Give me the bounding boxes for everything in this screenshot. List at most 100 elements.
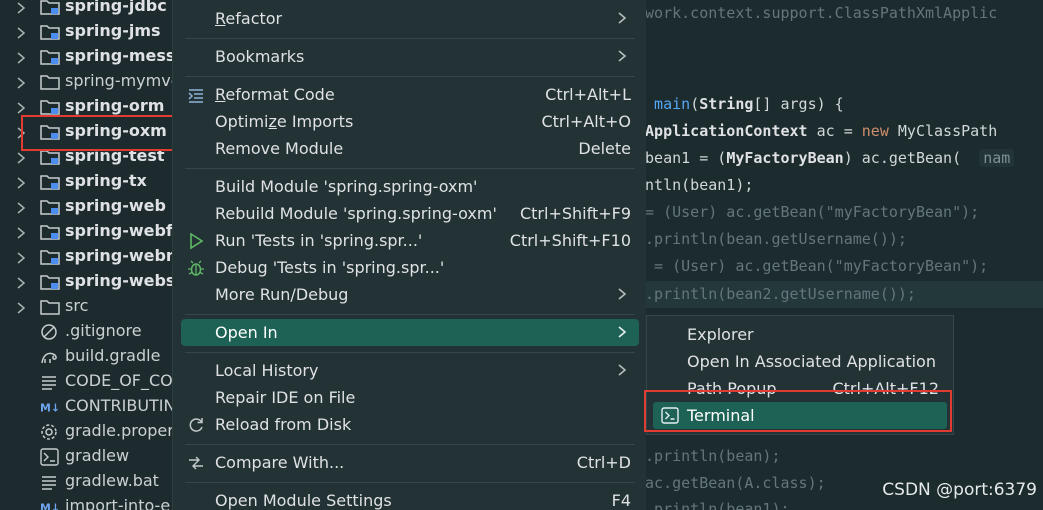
menu-item-refactor[interactable]: Refactor [181,5,639,32]
chevron-right-icon[interactable] [16,275,26,289]
menu-item-rebuild-module[interactable]: Rebuild Module 'spring.spring-oxm' Ctrl+… [181,200,639,227]
tree-item[interactable]: gradlew.bat [0,470,172,495]
annotation-highlight-box [644,390,952,432]
menu-separator [185,482,635,483]
menu-item-label: Open Module Settings [215,491,392,510]
tree-item[interactable]: spring-jms [0,20,172,45]
ignore-file-icon [40,323,60,341]
markdown-icon: M↓ [40,498,60,510]
tree-item-label: gradlew.bat [65,471,159,490]
compare-icon [189,456,203,470]
tree-item-label: spring-webm [65,246,172,265]
menu-shortcut: Ctrl+Shift+F9 [519,204,631,223]
menu-item-compare-with[interactable]: Compare With... Ctrl+D [181,449,639,476]
tree-item-label: spring-web [65,196,166,215]
svg-text:M↓: M↓ [40,502,60,510]
module-folder-icon [40,223,60,241]
tree-item-label: spring-webfl [65,221,172,240]
svg-text:M↓: M↓ [40,402,60,415]
tree-item[interactable]: src [0,295,172,320]
chevron-right-icon[interactable] [16,150,26,164]
tree-item[interactable]: spring-webs [0,270,172,295]
chevron-right-icon[interactable] [16,0,26,14]
tree-item[interactable]: spring-jdbc [0,0,172,20]
menu-item-bookmarks[interactable]: Bookmarks [181,43,639,70]
menu-item-build-module[interactable]: Build Module 'spring.spring-oxm' [181,173,639,200]
menu-item-reformat-code[interactable]: Reformat Code Ctrl+Alt+L [181,81,639,108]
annotation-highlight-box [21,115,172,151]
menu-item-open-module-settings[interactable]: Open Module Settings F4 [181,487,639,510]
tree-item[interactable]: spring-web [0,195,172,220]
chevron-right-icon[interactable] [16,225,26,239]
tree-item-label: CODE_OF_CO [65,371,172,390]
tree-item-label: spring-webs [65,271,172,290]
tree-item[interactable]: spring-tx [0,170,172,195]
menu-item-label: More Run/Debug [215,285,349,304]
menu-item-optimize-imports[interactable]: Optimize Imports Ctrl+Alt+O [181,108,639,135]
chevron-right-icon[interactable] [16,50,26,64]
menu-item-label: Optimize Imports [215,112,353,131]
chevron-right-icon [618,12,627,24]
code-line: bean1 = (MyFactoryBean) ac.getBean( nam [636,145,1043,172]
parameter-hint: nam [979,149,1015,167]
menu-item-repair-ide[interactable]: Repair IDE on File [181,384,639,411]
menu-item-remove-module[interactable]: Remove Module Delete [181,135,639,162]
module-folder-icon [40,273,60,291]
mnemonic: z [268,112,277,131]
menu-item-label: Build Module 'spring.spring-oxm' [215,177,478,196]
tree-item[interactable]: M↓ import-into-e [0,495,172,510]
menu-item-debug-tests[interactable]: Debug 'Tests in 'spring.spr...' [181,254,639,281]
menu-separator [185,314,635,315]
chevron-right-icon[interactable] [16,175,26,189]
menu-item-label: Rebuild Module 'spring.spring-oxm' [215,204,497,223]
tree-item[interactable]: build.gradle [0,345,172,370]
tree-item-label: spring-mymvc [65,71,172,90]
menu-item-run-tests[interactable]: Run 'Tests in 'spring.spr...' Ctrl+Shift… [181,227,639,254]
menu-shortcut: Ctrl+Shift+F10 [509,231,631,250]
chevron-right-icon[interactable] [16,200,26,214]
submenu-item-associated-app[interactable]: Open In Associated Application [653,348,947,375]
tree-item[interactable]: spring-mymvc [0,70,172,95]
watermark: CSDN @port:6379 [882,480,1037,500]
module-folder-icon [40,98,60,116]
chevron-right-icon [618,50,627,62]
menu-separator [185,352,635,353]
chevron-right-icon[interactable] [16,100,26,114]
tree-item[interactable]: gradlew [0,445,172,470]
code-line: ework.context.support.ClassPathXmlApplic [636,4,998,22]
tree-item[interactable]: M↓ CONTRIBUTIN [0,395,172,420]
menu-shortcut: F4 [611,491,631,510]
code-line: 2 = (User) ac.getBean("myFactoryBean"); [636,257,989,275]
menu-item-local-history[interactable]: Local History [181,357,639,384]
menu-item-more-run-debug[interactable]: More Run/Debug [181,281,639,308]
code-line: d main(String[] args) { [636,95,844,113]
code-line-current: t.println(bean2.getUsername()); [636,281,1043,308]
tree-item[interactable]: gradle.proper [0,420,172,445]
tree-item[interactable]: spring-webm [0,245,172,270]
tree-item-label: spring-orm [65,96,165,115]
menu-item-reload-from-disk[interactable]: Reload from Disk [181,411,639,438]
context-menu: Refactor Bookmarks Reformat Code Ctrl+Al… [172,0,646,510]
tree-item-label: import-into-e [65,496,171,510]
tree-item[interactable]: CODE_OF_CO [0,370,172,395]
chevron-right-icon[interactable] [16,25,26,39]
submenu-item-explorer[interactable]: Explorer [653,321,947,348]
chevron-right-icon[interactable] [16,250,26,264]
text-file-icon [40,473,60,491]
chevron-right-icon[interactable] [16,75,26,89]
menu-item-label: Remove Module [215,139,344,158]
module-folder-icon [40,198,60,216]
menu-label-text: eformat Code [225,85,335,104]
menu-item-label: Repair IDE on File [215,388,356,407]
reload-icon [189,418,203,432]
menu-shortcut: Ctrl+Alt+O [541,112,631,131]
mnemonic: R [215,85,226,104]
tree-item[interactable]: spring-messa [0,45,172,70]
tree-item[interactable]: .gitignore [0,320,172,345]
tree-item-label: gradlew [65,446,130,465]
tree-item-label: spring-jdbc [65,0,167,15]
tree-item[interactable]: spring-webfl [0,220,172,245]
terminal-file-icon [40,448,60,466]
chevron-right-icon[interactable] [16,300,26,314]
menu-item-open-in[interactable]: Open In [181,319,639,346]
